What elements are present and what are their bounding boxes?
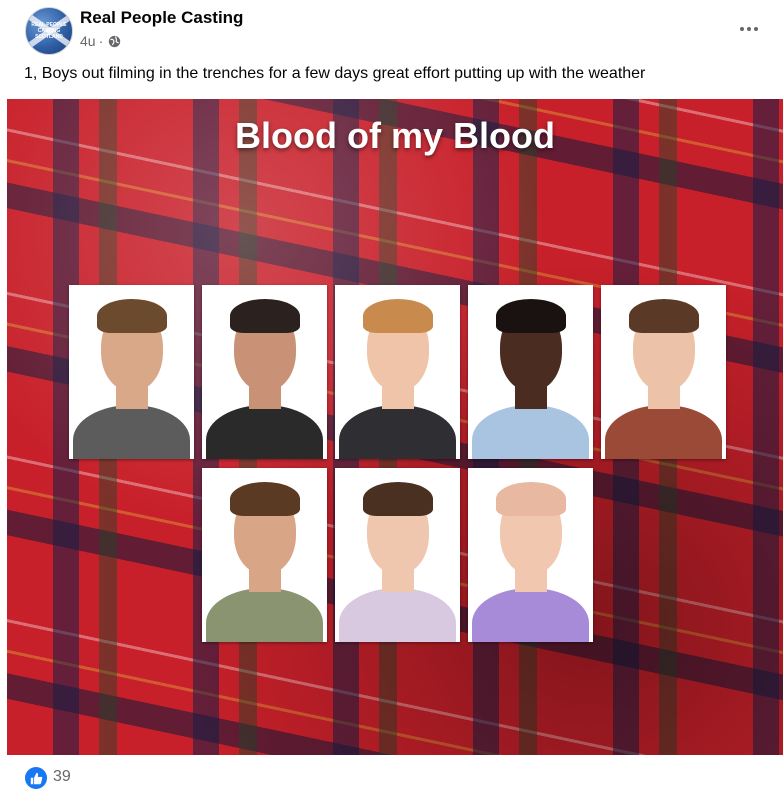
headshot-hair	[363, 482, 433, 516]
headshot-shirt	[206, 405, 323, 459]
headshot-shirt	[472, 405, 589, 459]
image-title: Blood of my Blood	[235, 115, 555, 156]
headshot-hair	[496, 299, 566, 333]
headshot-shirt	[339, 588, 456, 642]
headshot-photo	[468, 285, 593, 459]
headshot-photo	[335, 285, 460, 459]
globe-icon	[109, 35, 121, 47]
page-avatar[interactable]: REAL PEOPLE CASTING SCOTLAND	[25, 7, 73, 55]
post-caption: 1, Boys out filming in the trenches for …	[24, 65, 646, 82]
headshot-hair	[629, 299, 699, 333]
headshot-shirt	[605, 405, 722, 459]
headshot-shirt	[472, 588, 589, 642]
more-options-icon[interactable]	[738, 18, 760, 40]
like-icon[interactable]	[25, 767, 47, 789]
post-header: REAL PEOPLE CASTING SCOTLAND Real People…	[0, 0, 783, 64]
page-name-link[interactable]: Real People Casting	[80, 8, 243, 28]
headshot-photo	[468, 468, 593, 642]
headshot-hair	[97, 299, 167, 333]
facebook-post: REAL PEOPLE CASTING SCOTLAND Real People…	[0, 0, 783, 800]
headshot-hair	[230, 482, 300, 516]
headshot-photo	[335, 468, 460, 642]
headshot-hair	[496, 482, 566, 516]
post-timestamp[interactable]: 4u	[80, 33, 96, 49]
headshot-photo	[601, 285, 726, 459]
headshot-hair	[363, 299, 433, 333]
thumbs-up-icon	[30, 772, 42, 784]
reaction-count[interactable]: 39	[53, 768, 71, 786]
post-image[interactable]: Blood of my Blood	[7, 99, 783, 755]
headshot-photo	[69, 285, 194, 459]
meta-separator: ·	[98, 33, 104, 49]
headshot-hair	[230, 299, 300, 333]
post-meta: 4u ·	[80, 33, 121, 49]
headshot-shirt	[73, 405, 190, 459]
avatar-logo-text: REAL PEOPLE CASTING SCOTLAND	[31, 22, 67, 40]
post-footer	[0, 755, 783, 800]
headshot-shirt	[339, 405, 456, 459]
headshot-shirt	[206, 588, 323, 642]
headshot-photo	[202, 468, 327, 642]
headshot-photo	[202, 285, 327, 459]
